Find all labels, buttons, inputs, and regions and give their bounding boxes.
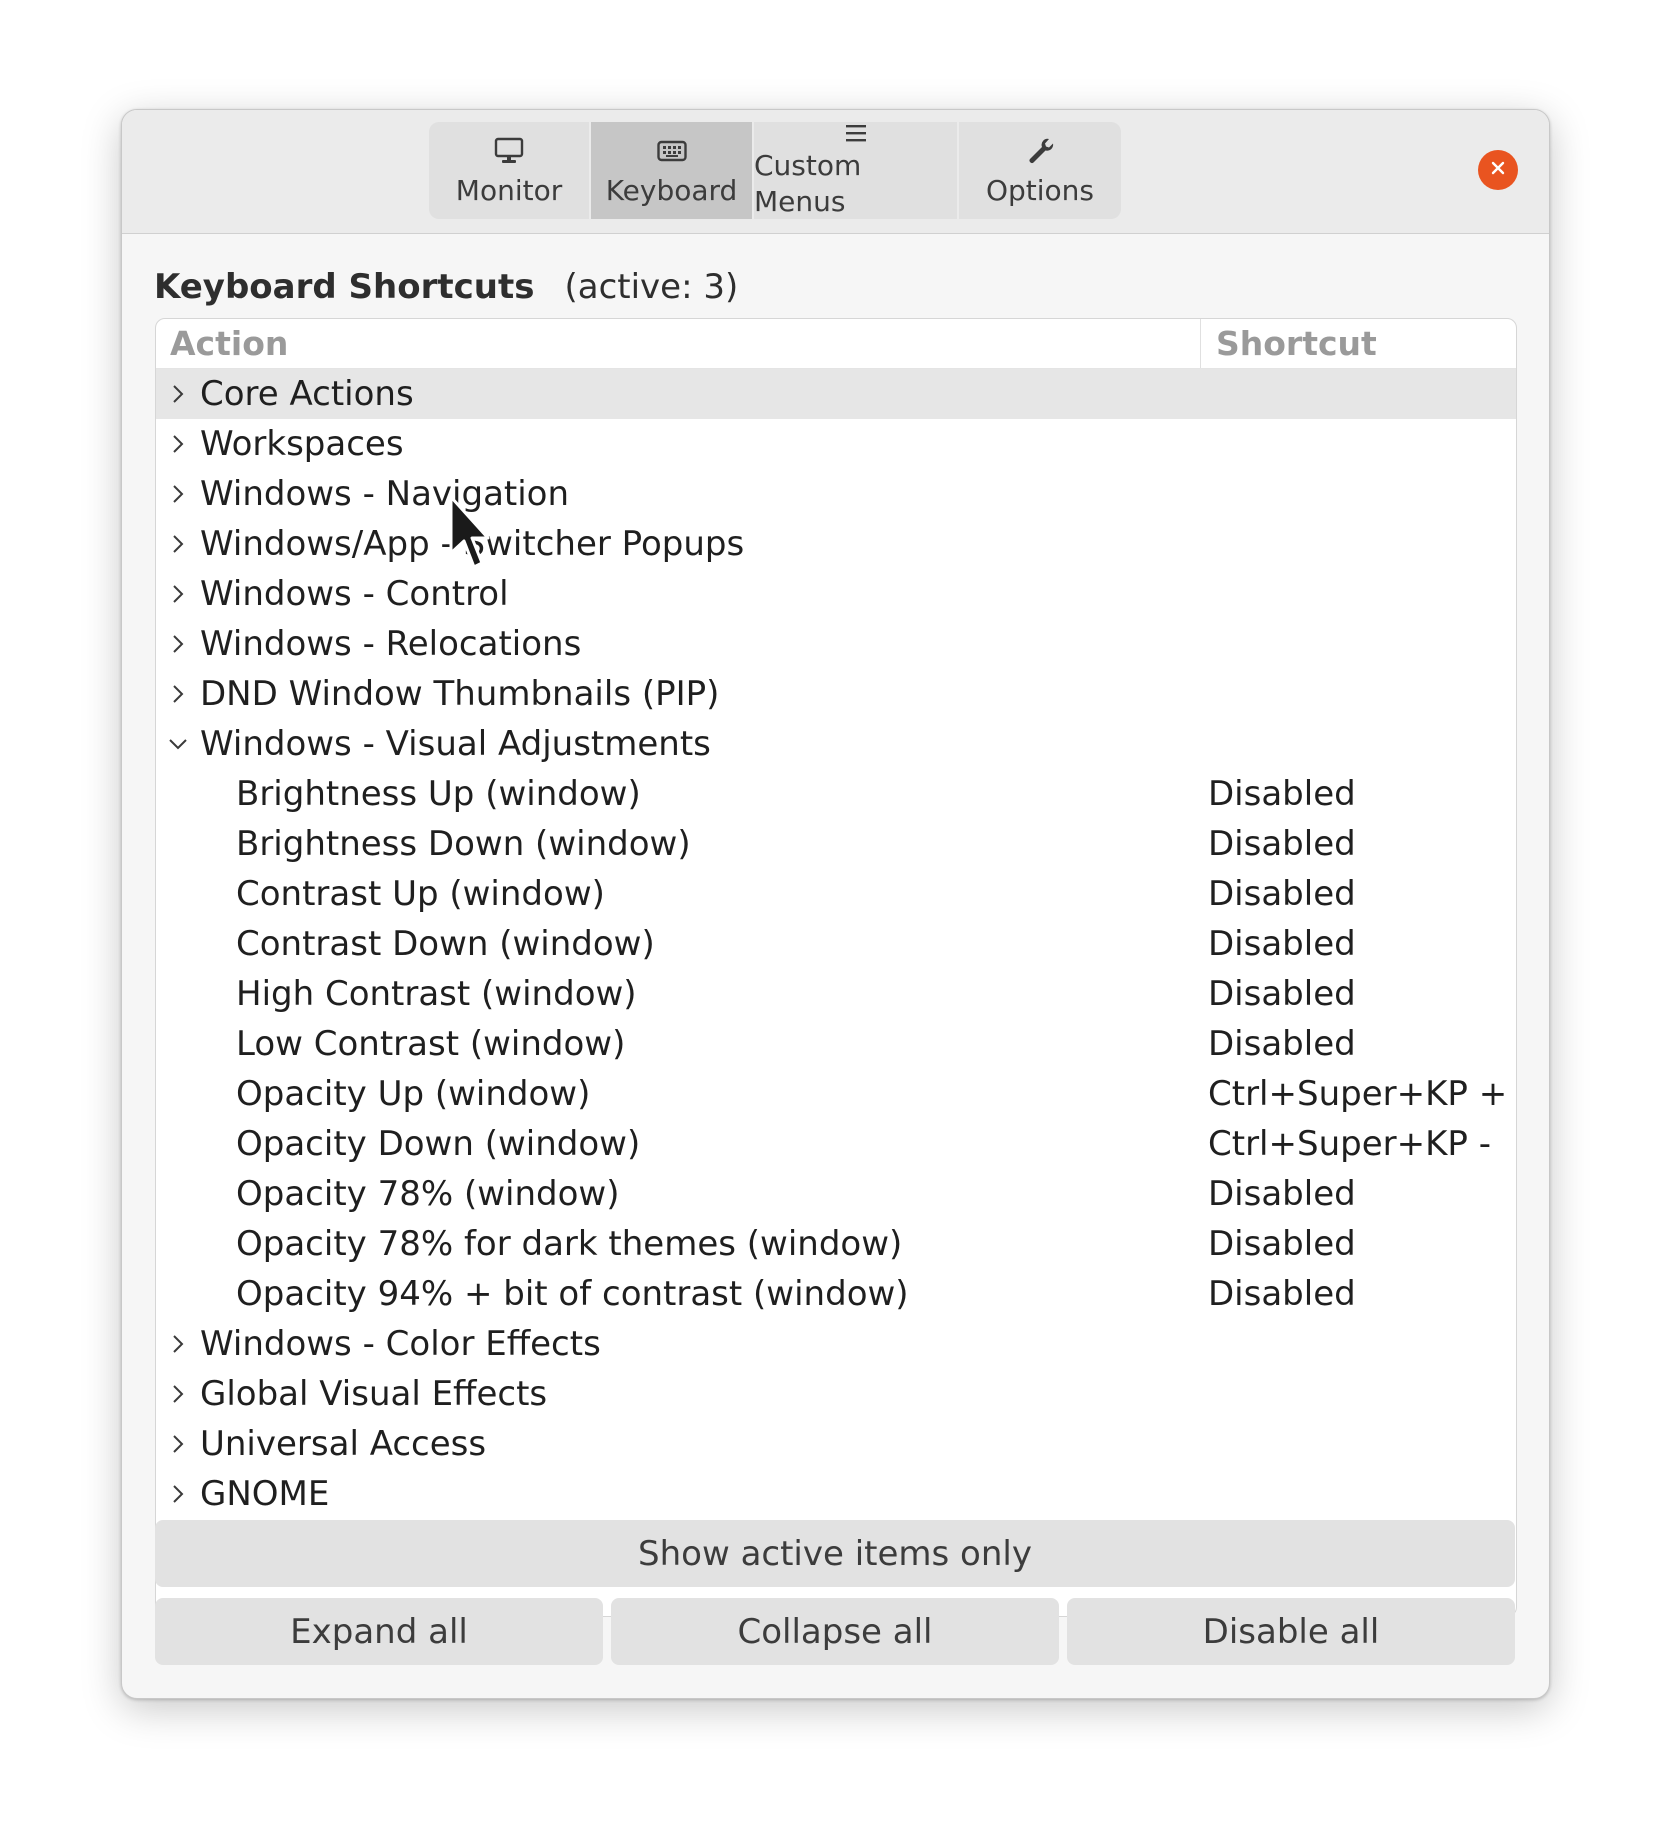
wrench-icon — [1025, 133, 1055, 169]
header-bar: Monitor Keyboard Custom Menus Options — [122, 110, 1549, 234]
chevron-right-icon[interactable] — [166, 1469, 190, 1519]
tree-row-category[interactable]: Windows - Navigation — [156, 469, 1516, 519]
tree-row-label: Opacity 78% (window) — [236, 1174, 620, 1214]
tree-row-label: Brightness Up (window) — [236, 774, 641, 814]
tree-row-category[interactable]: Workspaces — [156, 419, 1516, 469]
tree-row-category[interactable]: GNOME — [156, 1469, 1516, 1519]
chevron-right-icon[interactable] — [166, 569, 190, 619]
shortcut-value[interactable]: Disabled — [1208, 1219, 1356, 1269]
expand-all-button[interactable]: Expand all — [155, 1598, 603, 1665]
shortcut-value[interactable]: Disabled — [1208, 819, 1356, 869]
tab-monitor[interactable]: Monitor — [429, 122, 591, 219]
tree-row-label: Opacity 78% for dark themes (window) — [236, 1224, 903, 1264]
close-icon — [1490, 160, 1506, 180]
tree-row-item[interactable]: Contrast Down (window) Disabled — [156, 919, 1516, 969]
active-count: (active: 3) — [564, 267, 739, 307]
tree-row-label: Windows - Visual Adjustments — [200, 724, 711, 764]
collapse-all-button[interactable]: Collapse all — [611, 1598, 1059, 1665]
chevron-down-icon[interactable] — [166, 719, 190, 769]
mouse-pointer-icon — [449, 495, 490, 569]
tree-row-item[interactable]: Opacity 94% + bit of contrast (window) Di… — [156, 1269, 1516, 1319]
tree-row-category[interactable]: Windows - Control — [156, 569, 1516, 619]
chevron-right-icon[interactable] — [166, 419, 190, 469]
chevron-right-icon[interactable] — [166, 1369, 190, 1419]
shortcut-value[interactable]: Ctrl+Super+KP - — [1208, 1119, 1491, 1169]
chevron-right-icon[interactable] — [166, 619, 190, 669]
tree-row-label: DND Window Thumbnails (PIP) — [200, 674, 720, 714]
tree-rows: Core Actions Workspaces Windows - Navigati… — [156, 369, 1516, 1519]
preferences-window: Monitor Keyboard Custom Menus Options Ke… — [121, 109, 1550, 1699]
tree-row-label: Windows - Color Effects — [200, 1324, 601, 1364]
tree-row-item[interactable]: High Contrast (window) Disabled — [156, 969, 1516, 1019]
tree-row-item[interactable]: Brightness Down (window) Disabled — [156, 819, 1516, 869]
tree-row-label: Contrast Down (window) — [236, 924, 655, 964]
tree-row-category[interactable]: Global Visual Effects — [156, 1369, 1516, 1419]
tab-custom-menus[interactable]: Custom Menus — [754, 122, 959, 219]
tree-row-label: High Contrast (window) — [236, 974, 637, 1014]
show-active-button[interactable]: Show active items only — [155, 1520, 1515, 1587]
tab-options-label: Options — [985, 173, 1095, 207]
shortcut-value[interactable]: Disabled — [1208, 1169, 1356, 1219]
tree-row-category[interactable]: Windows/App - Switcher Popups — [156, 519, 1516, 569]
tree-row-item[interactable]: Opacity Down (window) Ctrl+Super+KP - — [156, 1119, 1516, 1169]
tab-keyboard-label: Keyboard — [605, 173, 738, 207]
shortcut-value[interactable]: Disabled — [1208, 1019, 1356, 1069]
close-button[interactable] — [1478, 150, 1518, 190]
chevron-right-icon[interactable] — [166, 519, 190, 569]
section-title: Keyboard Shortcuts — [154, 267, 535, 307]
tree-row-label: Core Actions — [200, 374, 414, 414]
tree-row-category[interactable]: Windows - Color Effects — [156, 1319, 1516, 1369]
menu-icon — [844, 122, 868, 144]
column-header-shortcut[interactable]: Shortcut — [1216, 319, 1377, 368]
chevron-right-icon[interactable] — [166, 1319, 190, 1369]
tree-row-label: Brightness Down (window) — [236, 824, 691, 864]
column-separator — [1200, 319, 1201, 368]
tree-row-item[interactable]: Opacity Up (window) Ctrl+Super+KP + — [156, 1069, 1516, 1119]
tree-row-label: Opacity Up (window) — [236, 1074, 591, 1114]
tree-row-item[interactable]: Brightness Up (window) Disabled — [156, 769, 1516, 819]
tab-custom-menus-label: Custom Menus — [754, 148, 862, 218]
tree-row-label: Contrast Up (window) — [236, 874, 605, 914]
tree-row-item[interactable]: Opacity 78% for dark themes (window) Disa… — [156, 1219, 1516, 1269]
chevron-right-icon[interactable] — [166, 369, 190, 419]
monitor-icon — [494, 133, 524, 169]
column-header-action[interactable]: Action — [170, 319, 288, 368]
keyboard-icon — [656, 133, 687, 169]
tab-monitor-label: Monitor — [455, 173, 563, 207]
tree-row-label: Windows - Navigation — [200, 474, 570, 514]
shortcut-value[interactable]: Disabled — [1208, 969, 1356, 1019]
tree-row-label: Low Contrast (window) — [236, 1024, 626, 1064]
tab-keyboard[interactable]: Keyboard — [591, 122, 754, 219]
chevron-right-icon[interactable] — [166, 669, 190, 719]
shortcut-value[interactable]: Disabled — [1208, 1269, 1356, 1319]
shortcut-value[interactable]: Disabled — [1208, 919, 1356, 969]
shortcuts-tree: Action Shortcut Core Actions Workspaces Wi… — [155, 318, 1517, 1617]
tree-row-label: Global Visual Effects — [200, 1374, 548, 1414]
shortcut-value[interactable]: Disabled — [1208, 769, 1356, 819]
tree-row-label: Windows - Control — [200, 574, 509, 614]
tree-row-label: Universal Access — [200, 1424, 487, 1464]
section-heading: Keyboard Shortcuts (active: 3) — [154, 265, 738, 309]
tree-header: Action Shortcut — [156, 319, 1516, 369]
tree-row-category[interactable]: Core Actions — [156, 369, 1516, 419]
shortcut-value[interactable]: Disabled — [1208, 869, 1356, 919]
tree-row-category[interactable]: Universal Access — [156, 1419, 1516, 1469]
tree-row-category[interactable]: Windows - Relocations — [156, 619, 1516, 669]
tree-row-item[interactable]: Contrast Up (window) Disabled — [156, 869, 1516, 919]
tree-row-item[interactable]: Opacity 78% (window) Disabled — [156, 1169, 1516, 1219]
chevron-right-icon[interactable] — [166, 1419, 190, 1469]
tab-switcher: Monitor Keyboard Custom Menus Options — [429, 122, 1121, 219]
tree-row-category[interactable]: DND Window Thumbnails (PIP) — [156, 669, 1516, 719]
chevron-right-icon[interactable] — [166, 469, 190, 519]
tree-row-category[interactable]: Windows - Visual Adjustments — [156, 719, 1516, 769]
tree-row-label: Workspaces — [200, 424, 404, 464]
tree-row-label: Opacity Down (window) — [236, 1124, 641, 1164]
tree-row-label: Opacity 94% + bit of contrast (window) — [236, 1274, 909, 1314]
tree-row-item[interactable]: Low Contrast (window) Disabled — [156, 1019, 1516, 1069]
tab-options[interactable]: Options — [959, 122, 1121, 219]
disable-all-button[interactable]: Disable all — [1067, 1598, 1515, 1665]
tree-row-label: Windows - Relocations — [200, 624, 582, 664]
tree-row-label: GNOME — [200, 1474, 330, 1514]
shortcut-value[interactable]: Ctrl+Super+KP + — [1208, 1069, 1507, 1119]
